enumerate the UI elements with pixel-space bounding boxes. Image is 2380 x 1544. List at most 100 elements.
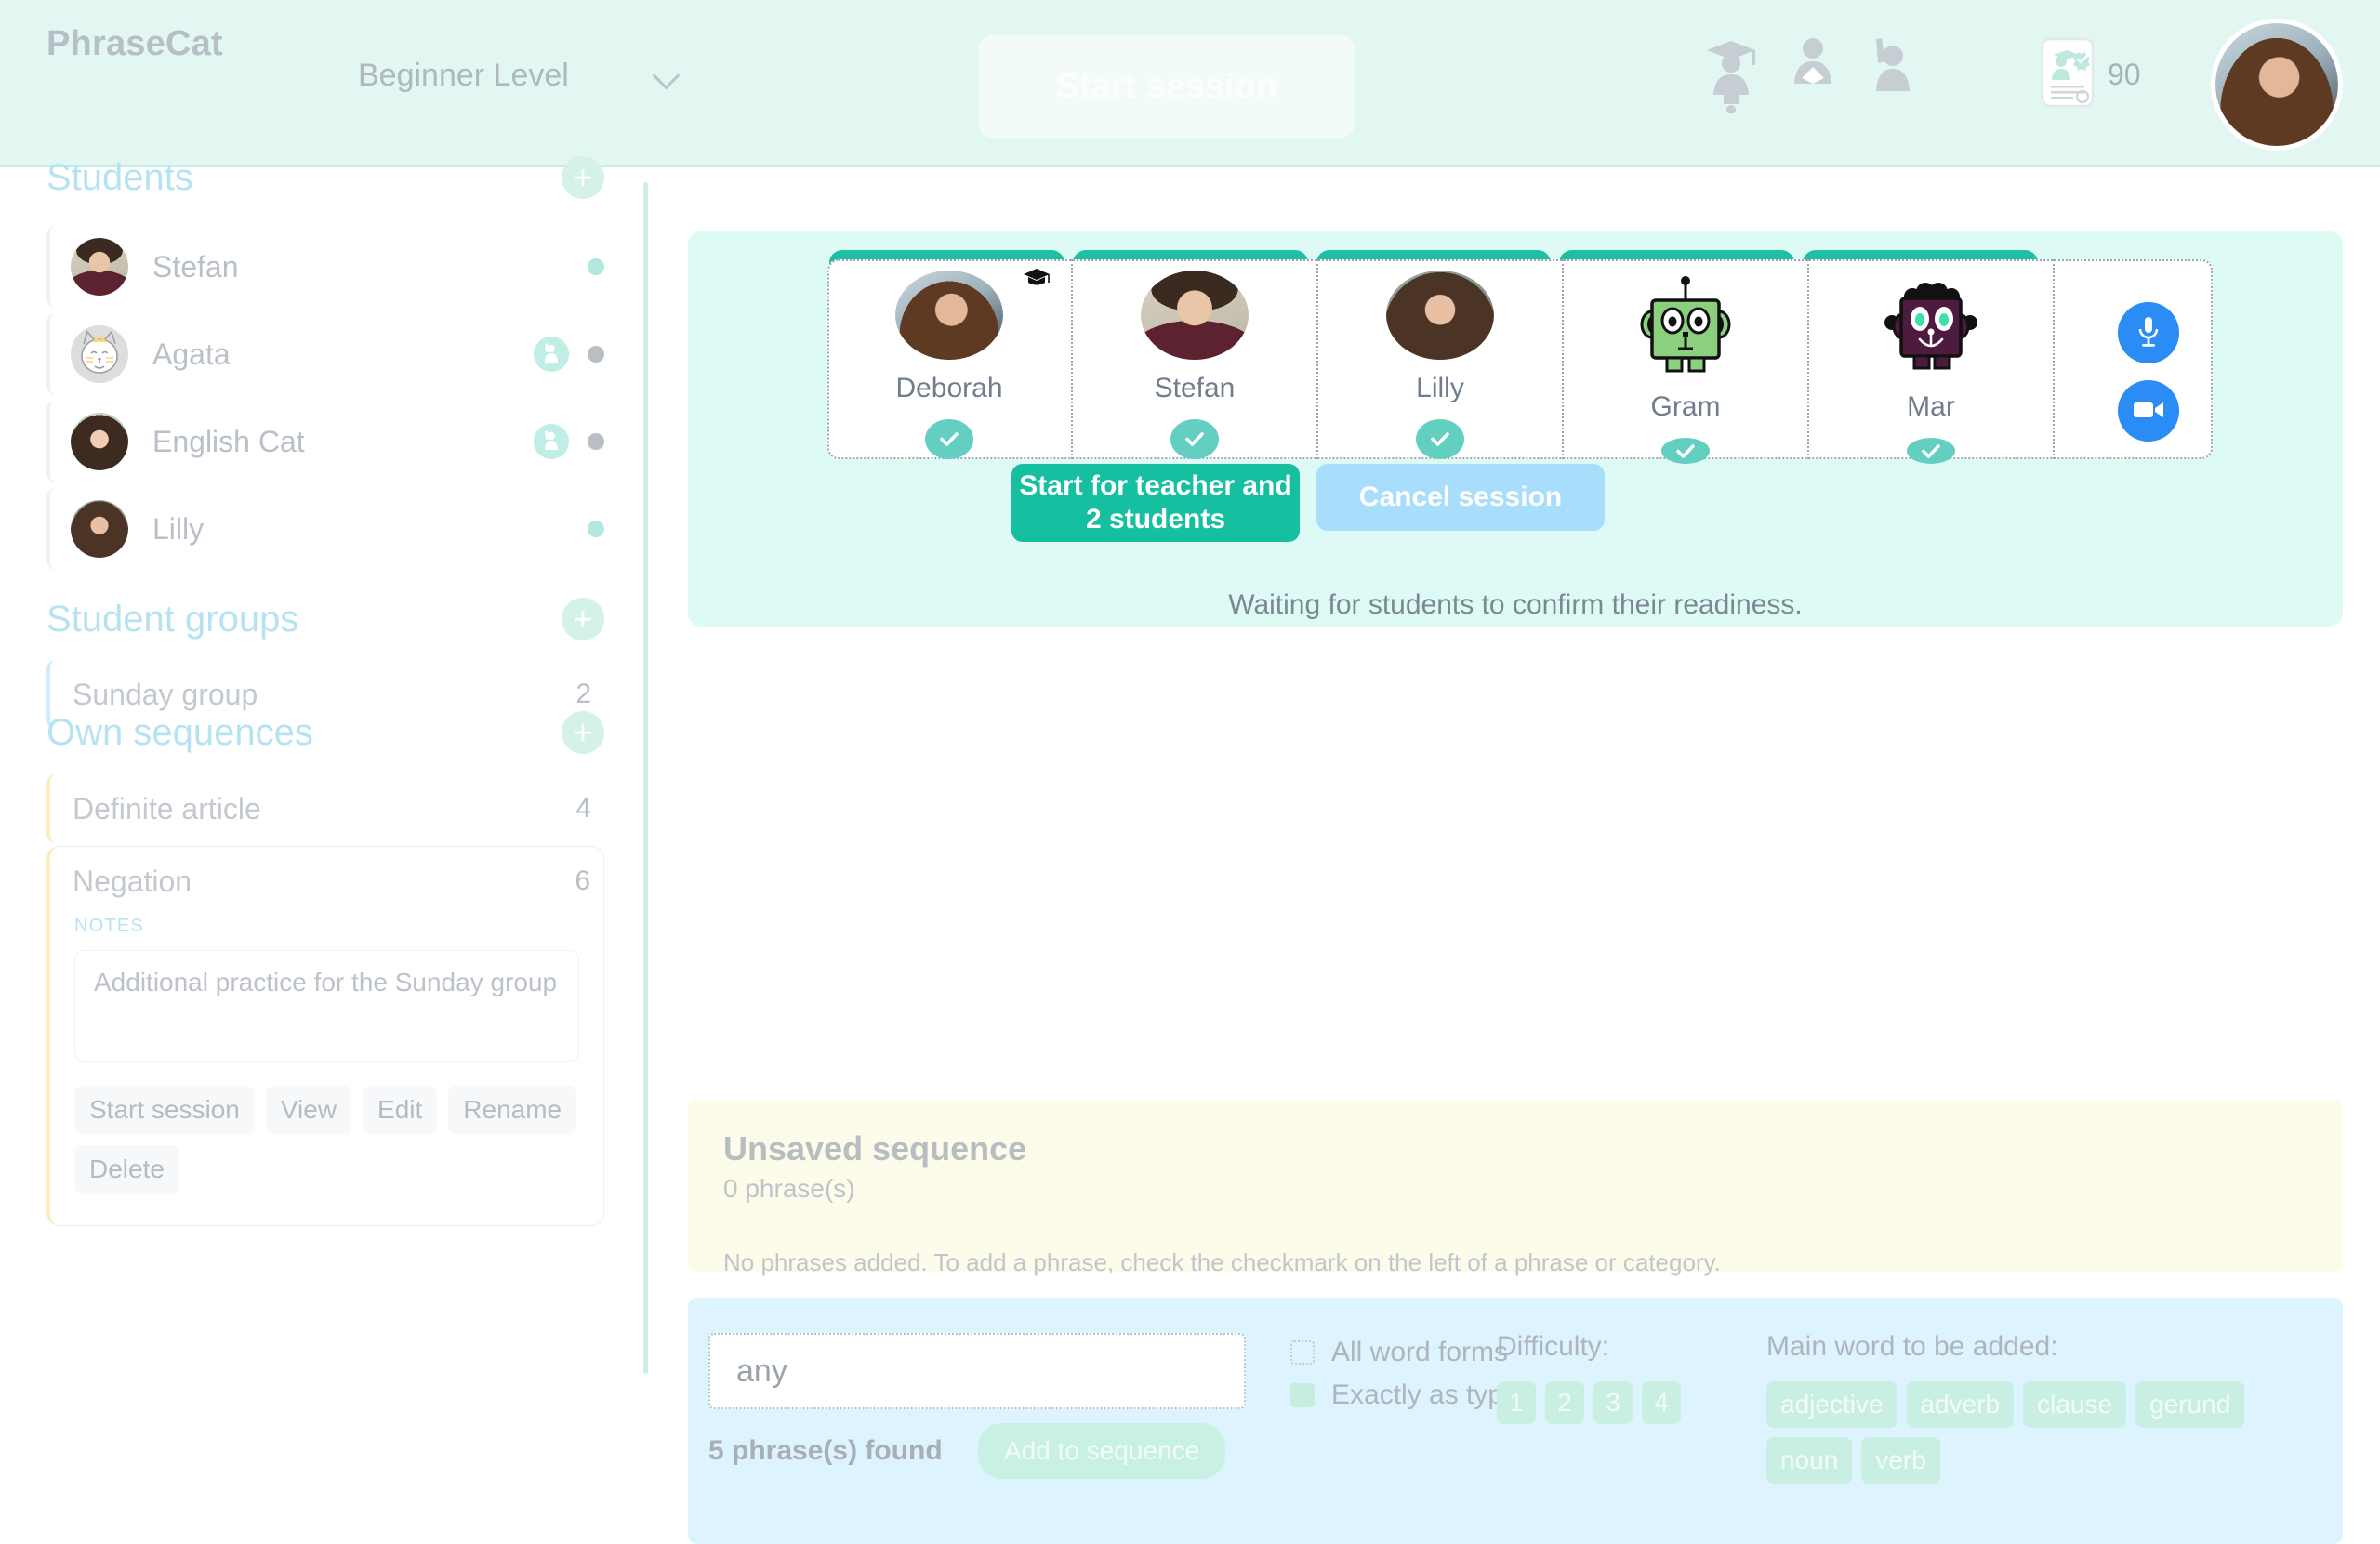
participant-confirmed-check[interactable] (1416, 418, 1464, 459)
sidebar-item-agata[interactable]: Agata (46, 313, 604, 395)
av-controls (2118, 302, 2179, 442)
student-icon[interactable] (1787, 35, 1839, 102)
avatar[interactable] (2211, 19, 2343, 151)
word-option-adverb[interactable]: adverb (1906, 1381, 2015, 1428)
chevron-down-icon (654, 64, 679, 88)
difficulty-filter: Difficulty: 1 2 3 4 (1497, 1331, 1681, 1424)
group-name: Sunday group (73, 677, 258, 711)
participant-confirmed-check[interactable] (925, 418, 973, 459)
add-student-group-button[interactable]: + (562, 598, 604, 640)
score-chip[interactable]: 90 (2041, 37, 2141, 112)
video-button[interactable] (2118, 380, 2179, 442)
unsaved-sequence-count: 0 phrase(s) (723, 1174, 855, 1203)
word-option-clause[interactable]: clause (2023, 1381, 2127, 1428)
difficulty-option-4[interactable]: 4 (1642, 1381, 1681, 1424)
avatar (895, 271, 1003, 360)
word-option-gerund[interactable]: gerund (2135, 1381, 2245, 1428)
raised-hand-icon[interactable] (534, 424, 569, 459)
session-actions: Start for teacher and 2 students Cancel … (1012, 464, 1605, 542)
participant-confirmed-check[interactable] (1907, 438, 1955, 464)
difficulty-option-2[interactable]: 2 (1545, 1381, 1584, 1424)
sidebar-item-stefan[interactable]: Stefan (46, 226, 604, 308)
participants-list: Deborah Stefan Lilly Gram Mar (827, 259, 2213, 464)
avatar (1141, 271, 1249, 360)
sidebar-item-definite-article[interactable]: Definite article 4 (46, 774, 604, 843)
difficulty-option-1[interactable]: 1 (1497, 1381, 1536, 1424)
avatar (71, 325, 128, 383)
word-option-adjective[interactable]: adjective (1766, 1381, 1897, 1428)
edit-button[interactable]: Edit (363, 1086, 438, 1134)
main-word-filter: Main word to be added: adjective adverb … (1766, 1331, 2250, 1484)
own-sequences-section-header: Own sequences + (46, 711, 604, 754)
word-option-verb[interactable]: verb (1861, 1437, 1940, 1484)
participant-card-gram[interactable]: Gram (1564, 259, 1809, 464)
score-value: 90 (2108, 58, 2141, 91)
sequence-count: 6 (575, 865, 590, 896)
app-brand: PhraseCat (46, 24, 223, 63)
participant-name: Mar (1907, 391, 1955, 422)
participant-confirmed-check[interactable] (1661, 438, 1710, 464)
student-name: Agata (152, 337, 231, 371)
delete-button[interactable]: Delete (74, 1145, 179, 1194)
avatar (1386, 271, 1494, 360)
certificate-card-icon (2041, 37, 2095, 112)
unsaved-sequence-empty-text: No phrases added. To add a phrase, check… (723, 1248, 1721, 1276)
video-camera-icon (2133, 399, 2164, 424)
start-session-button[interactable]: Start session (979, 35, 1355, 138)
microphone-icon (2135, 315, 2162, 351)
raised-hand-icon[interactable] (534, 337, 569, 372)
app-header: PhraseCat Beginner Level Start session 9… (0, 0, 2380, 167)
graduation-cap-icon (1023, 267, 1051, 294)
participant-name: Stefan (1154, 372, 1236, 403)
start-session-button[interactable]: Start session (74, 1086, 255, 1134)
teacher-icon[interactable] (1701, 35, 1761, 113)
status-badge (588, 258, 604, 275)
participant-card-stefan[interactable]: Stefan (1073, 259, 1318, 459)
participant-card-deborah[interactable]: Deborah (827, 259, 1073, 459)
start-button-line1: Start for teacher and (1019, 470, 1292, 501)
avatar (71, 413, 128, 470)
student-groups-section-header: Student groups + (46, 598, 604, 640)
sidebar-item-lilly[interactable]: Lilly (46, 488, 604, 570)
word-option-noun[interactable]: noun (1766, 1437, 1853, 1484)
phrase-search-panel: any 5 phrase(s) found Add to sequence Al… (688, 1298, 2343, 1544)
start-button-line2: 2 students (1085, 504, 1226, 534)
unsaved-sequence-title: Unsaved sequence (723, 1129, 1027, 1168)
main-word-label: Main word to be added: (1766, 1331, 2058, 1362)
checkbox-label: All word forms (1331, 1337, 1509, 1367)
sidebar-item-negation-expanded[interactable]: Negation 6 NOTES Additional practice for… (46, 846, 604, 1226)
avatar (71, 500, 128, 558)
sequence-header[interactable]: Negation 6 (50, 847, 603, 916)
view-button[interactable]: View (265, 1086, 352, 1134)
add-sequence-button[interactable]: + (562, 711, 604, 754)
participant-confirmed-check[interactable] (1170, 418, 1219, 459)
cancel-session-button[interactable]: Cancel session (1316, 464, 1605, 531)
sequence-actions: Start session View Edit Rename Delete (50, 1062, 603, 1194)
participant-name: Lilly (1416, 372, 1464, 403)
session-status-text: Waiting for students to confirm their re… (1228, 589, 1803, 620)
status-badge (588, 346, 604, 363)
checkbox-box (1290, 1340, 1315, 1365)
sequence-count: 4 (575, 793, 591, 824)
start-for-teacher-and-students-button[interactable]: Start for teacher and 2 students (1012, 464, 1300, 542)
unsaved-sequence-panel: Unsaved sequence 0 phrase(s) No phrases … (688, 1100, 2343, 1276)
raised-hand-icon[interactable] (1865, 35, 1919, 106)
students-title: Students (46, 156, 193, 198)
group-count: 2 (575, 679, 591, 709)
level-label: Beginner Level (358, 58, 569, 93)
status-badge (588, 433, 604, 450)
microphone-button[interactable] (2118, 302, 2179, 363)
sidebar-item-english-cat[interactable]: English Cat (46, 401, 604, 482)
add-student-button[interactable]: + (562, 156, 604, 199)
difficulty-option-3[interactable]: 3 (1593, 1381, 1633, 1424)
student-name: Lilly (152, 511, 205, 546)
level-selector[interactable]: Beginner Level (358, 58, 679, 94)
rename-button[interactable]: Rename (448, 1086, 577, 1134)
add-to-sequence-button[interactable]: Add to sequence (978, 1423, 1226, 1479)
notes-input[interactable]: Additional practice for the Sunday group (74, 950, 579, 1062)
difficulty-label: Difficulty: (1497, 1331, 1610, 1362)
student-name: English Cat (152, 424, 305, 458)
search-input[interactable]: any (708, 1333, 1246, 1409)
participant-card-mar[interactable]: Mar (1809, 259, 2055, 464)
participant-card-lilly[interactable]: Lilly (1318, 259, 1564, 459)
